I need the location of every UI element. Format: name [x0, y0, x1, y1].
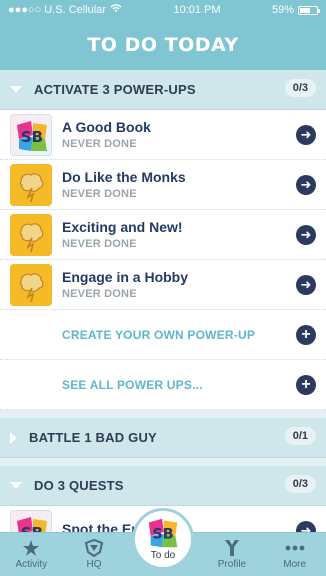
section-header-quests[interactable]: DO 3 QUESTS 0/3 — [0, 466, 326, 506]
item-status: NEVER DONE — [62, 188, 137, 200]
section-title: DO 3 QUESTS — [34, 478, 124, 493]
arrow-right-icon[interactable]: ➜ — [296, 224, 316, 245]
item-title: Exciting and New! — [62, 219, 183, 235]
tab-more[interactable]: More — [263, 533, 326, 576]
battery-percent: 59% — [271, 4, 294, 16]
arrow-right-icon[interactable]: ➜ — [296, 274, 316, 295]
more-dots-icon — [284, 539, 306, 557]
tab-bar: Activity HQ SB To do Profile More — [0, 508, 326, 576]
tab-activity[interactable]: Activity — [0, 533, 63, 576]
arrow-right-icon[interactable]: ➜ — [296, 520, 316, 532]
status-bar: ●●●○○ U.S. Cellular 10:01 PM 59% — [0, 0, 326, 20]
superbetter-logo-icon: SB — [10, 509, 52, 533]
svg-text:SB: SB — [152, 527, 173, 543]
progress-badge: 0/3 — [284, 79, 316, 97]
list-item[interactable]: Engage in a Hobby NEVER DONE ➜ — [0, 260, 326, 310]
wifi-icon — [110, 4, 122, 16]
activity-icon — [20, 539, 42, 557]
section-gap — [0, 458, 326, 466]
tab-profile[interactable]: Profile — [201, 533, 264, 576]
svg-text:SB: SB — [21, 524, 43, 533]
item-title: A Good Book — [62, 119, 151, 135]
list-item[interactable]: Do Like the Monks NEVER DONE ➜ — [0, 160, 326, 210]
tab-hq[interactable]: HQ — [63, 533, 126, 576]
progress-badge: 0/1 — [284, 427, 316, 445]
section-header-bad-guy[interactable]: BATTLE 1 BAD GUY 0/1 — [0, 418, 326, 458]
tab-label: More — [283, 559, 307, 570]
chevron-down-icon — [10, 482, 22, 489]
brain-lightning-icon — [10, 163, 52, 206]
chevron-right-icon — [10, 431, 17, 444]
chevron-down-icon — [10, 86, 22, 93]
link-label: CREATE YOUR OWN POWER-UP — [62, 327, 256, 342]
item-title: Engage in a Hobby — [62, 269, 189, 285]
carrier-label: ●●●○○ U.S. Cellular — [8, 4, 107, 16]
superbetter-logo-icon: SB — [10, 113, 52, 156]
link-label: SEE ALL POWER UPS... — [62, 377, 203, 392]
item-status: NEVER DONE — [62, 138, 137, 150]
superbetter-logo-icon: SB To do — [131, 508, 194, 570]
list-item[interactable]: SB A Good Book NEVER DONE ➜ — [0, 110, 326, 160]
list-item[interactable]: Exciting and New! NEVER DONE ➜ — [0, 210, 326, 260]
section-gap — [0, 410, 326, 418]
brain-lightning-icon — [10, 213, 52, 256]
page-title: TO DO TODAY — [0, 20, 326, 70]
profile-icon — [221, 539, 243, 557]
item-title: Do Like the Monks — [62, 169, 186, 185]
time-label: 10:01 PM — [173, 4, 221, 16]
tab-label: HQ — [86, 559, 102, 570]
hq-badge-icon — [83, 539, 105, 557]
tab-label: Profile — [217, 559, 247, 570]
battery-icon — [298, 5, 320, 15]
item-status: NEVER DONE — [62, 238, 137, 250]
section-title: ACTIVATE 3 POWER-UPS — [34, 82, 196, 97]
tab-todo[interactable]: SB To do — [125, 508, 200, 576]
progress-badge: 0/3 — [284, 475, 316, 493]
see-all-power-ups-link[interactable]: SEE ALL POWER UPS... + — [0, 360, 326, 410]
create-power-up-link[interactable]: CREATE YOUR OWN POWER-UP + — [0, 310, 326, 360]
tab-label: To do — [150, 550, 176, 561]
section-header-powerups[interactable]: ACTIVATE 3 POWER-UPS 0/3 — [0, 70, 326, 110]
plus-icon[interactable]: + — [296, 374, 316, 395]
svg-text:SB: SB — [21, 128, 43, 146]
brain-lightning-icon — [10, 263, 52, 306]
item-status: NEVER DONE — [62, 288, 137, 300]
plus-icon[interactable]: + — [296, 324, 316, 345]
todo-list[interactable]: ACTIVATE 3 POWER-UPS 0/3 SB A Good Book … — [0, 70, 326, 532]
tab-label: Activity — [15, 559, 48, 570]
arrow-right-icon[interactable]: ➜ — [296, 174, 316, 195]
section-title: BATTLE 1 BAD GUY — [29, 430, 157, 445]
arrow-right-icon[interactable]: ➜ — [296, 124, 316, 145]
